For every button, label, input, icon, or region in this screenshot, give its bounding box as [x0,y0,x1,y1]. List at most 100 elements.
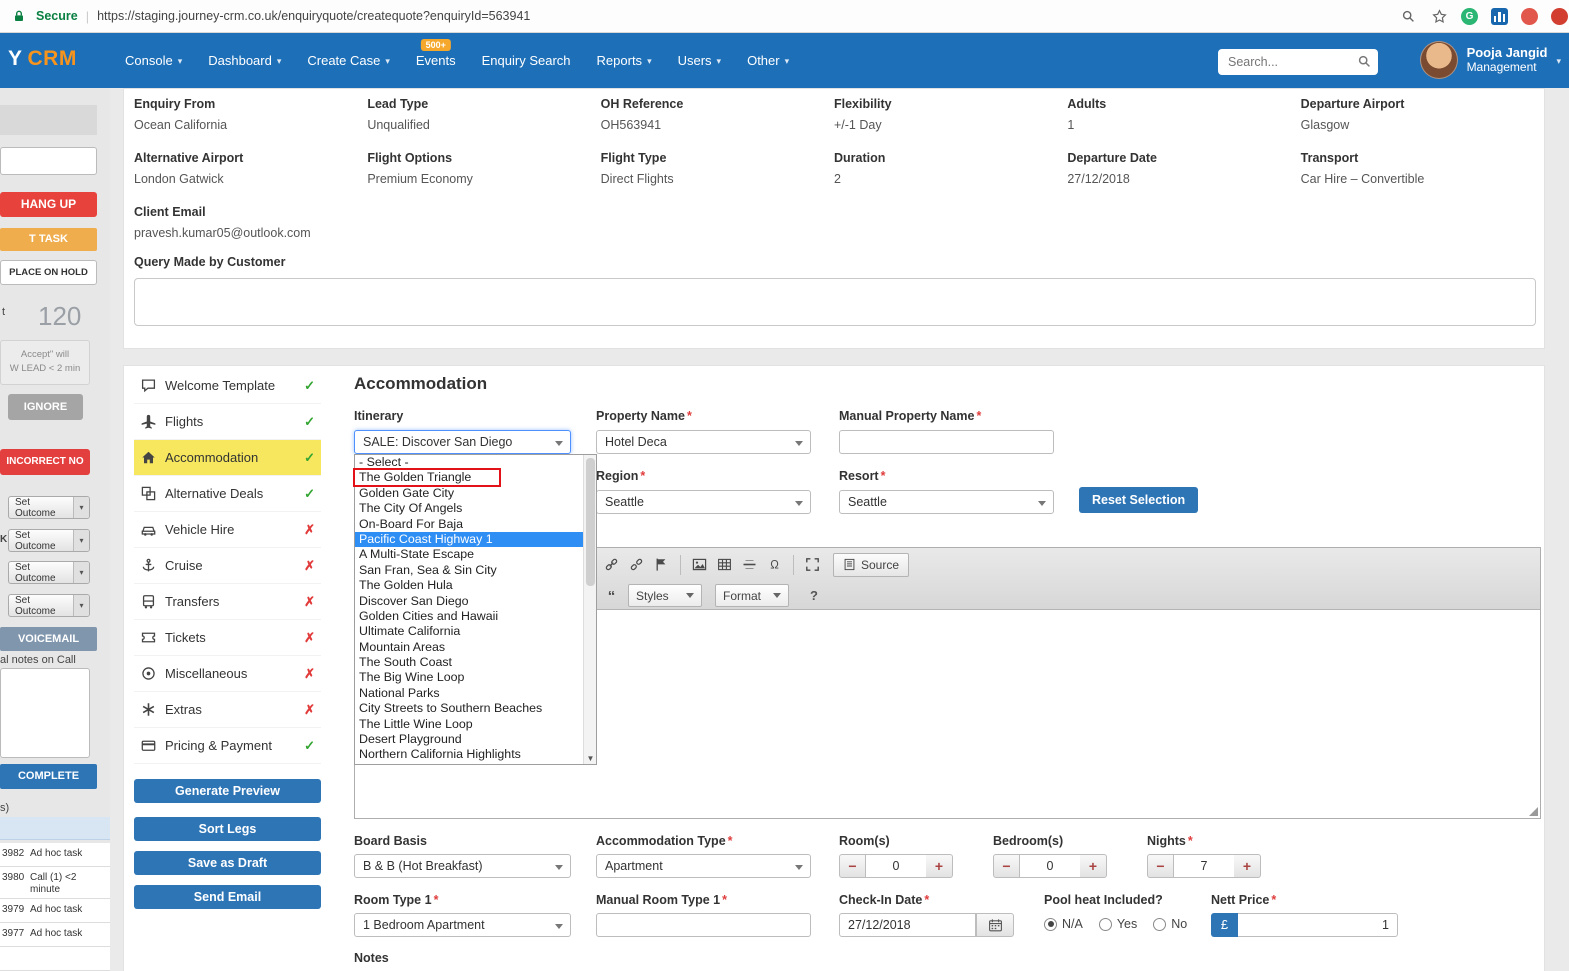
sidebar-item-pricing-payment[interactable]: Pricing & Payment ✓ [134,728,321,764]
task-row[interactable]: 3982Ad hoc task [0,843,110,867]
pool-heat-radio-na[interactable]: N/A [1044,917,1083,931]
blockquote-icon[interactable]: “ [599,584,624,608]
sidebar-item-accommodation[interactable]: Accommodation ✓ [134,440,321,476]
itinerary-option[interactable]: A Multi-State Escape [355,547,583,562]
accommodation-type-select[interactable]: Apartment [596,854,811,878]
cut-input-box[interactable] [0,147,97,175]
set-outcome-select[interactable]: Set Outcome▾ [8,529,90,552]
nett-price-input[interactable] [1238,913,1398,937]
manual-property-name-input[interactable] [839,430,1054,454]
bookmark-star-icon[interactable] [1430,7,1448,25]
checkin-date-input[interactable] [839,913,976,937]
rooms-decrement-button[interactable]: − [839,854,866,878]
itinerary-option[interactable]: - Select - [355,455,583,470]
scrollbar-thumb[interactable] [586,458,595,586]
itinerary-option[interactable]: Golden Gate City [355,486,583,501]
anchor-flag-icon[interactable] [649,553,674,577]
save-as-draft-button[interactable]: Save as Draft [134,851,321,875]
room-type-select[interactable]: 1 Bedroom Apartment [354,913,571,937]
complete-button[interactable]: COMPLETE [0,764,97,789]
query-textarea[interactable] [134,278,1536,326]
extension-grid-icon[interactable] [1491,8,1508,25]
sort-legs-button[interactable]: Sort Legs [134,817,321,841]
generate-preview-button[interactable]: Generate Preview [134,779,321,803]
place-on-hold-button[interactable]: PLACE ON HOLD [0,260,97,285]
itinerary-option[interactable]: City Streets to Southern Beaches [355,701,583,716]
image-icon[interactable] [687,553,712,577]
grammarly-extension-icon[interactable]: G [1461,8,1478,25]
itinerary-option[interactable]: National Parks [355,686,583,701]
format-combo[interactable]: Format [715,584,789,607]
board-basis-select[interactable]: B & B (Hot Breakfast) [354,854,571,878]
dropdown-scrollbar[interactable]: ▼ [583,455,596,764]
itinerary-option[interactable]: The Golden Triangle [355,470,583,485]
itinerary-option[interactable]: Desert Playground [355,732,583,747]
nav-dashboard[interactable]: Dashboard▾ [195,33,294,88]
editor-help-button[interactable]: ? [802,584,826,607]
task-row[interactable]: 3980Call (1) <2 minute [0,867,110,899]
search-icon[interactable] [1357,54,1372,74]
sidebar-item-extras[interactable]: Extras ✗ [134,692,321,728]
bedrooms-increment-button[interactable]: + [1080,854,1107,878]
sidebar-item-alternative-deals[interactable]: Alternative Deals ✓ [134,476,321,512]
region-select[interactable]: Seattle [596,490,811,514]
itinerary-option[interactable]: The Little Wine Loop [355,717,583,732]
user-menu[interactable]: Pooja Jangid Management ▾ [1420,41,1561,79]
set-outcome-select[interactable]: Set Outcome▾ [8,496,90,519]
nav-reports[interactable]: Reports▾ [584,33,665,88]
sidebar-item-transfers[interactable]: Transfers ✗ [134,584,321,620]
nights-increment-button[interactable]: + [1234,854,1261,878]
app-logo[interactable]: YCRM [8,47,77,71]
editor-resize-handle[interactable] [1529,807,1538,816]
itinerary-option[interactable]: The Golden Hula [355,578,583,593]
styles-combo[interactable]: Styles [628,584,702,607]
calendar-button[interactable] [976,913,1014,937]
nav-console[interactable]: Console▾ [112,33,195,88]
zoom-icon[interactable] [1399,7,1417,25]
pool-heat-radio-no[interactable]: No [1153,917,1187,931]
nav-create-case[interactable]: Create Case▾ [294,33,403,88]
itinerary-option[interactable]: The South Coast [355,655,583,670]
sidebar-item-vehicle-hire[interactable]: Vehicle Hire ✗ [134,512,321,548]
itinerary-option[interactable]: Discover San Diego [355,594,583,609]
pool-heat-radio-yes[interactable]: Yes [1099,917,1137,931]
property-name-select[interactable]: Hotel Deca [596,430,811,454]
voicemail-button[interactable]: VOICEMAIL [0,627,97,651]
nav-other[interactable]: Other▾ [734,33,802,88]
itinerary-option-highlighted[interactable]: Pacific Coast Highway 1 [355,532,583,547]
ignore-button[interactable]: IGNORE [8,394,83,420]
sidebar-item-cruise[interactable]: Cruise ✗ [134,548,321,584]
itinerary-option[interactable]: Ultimate California [355,624,583,639]
reset-selection-button[interactable]: Reset Selection [1079,487,1198,513]
sidebar-item-flights[interactable]: Flights ✓ [134,404,321,440]
task-row[interactable]: 3977Ad hoc task [0,923,110,947]
table-icon[interactable] [712,553,737,577]
sidebar-item-welcome-template[interactable]: Welcome Template ✓ [134,368,321,404]
link-icon[interactable] [599,553,624,577]
itinerary-option[interactable]: Northern California Highlights [355,747,583,762]
extension-red-icon[interactable] [1521,8,1538,25]
extension-red-cut-icon[interactable] [1551,8,1568,25]
send-email-button[interactable]: Send Email [134,885,321,909]
itinerary-option[interactable]: The City Of Angels [355,501,583,516]
hang-up-button[interactable]: HANG UP [0,192,97,217]
nav-enquiry-search[interactable]: Enquiry Search [469,33,584,88]
search-input[interactable] [1218,49,1378,75]
sidebar-item-tickets[interactable]: Tickets ✗ [134,620,321,656]
nav-users[interactable]: Users▾ [665,33,734,88]
itinerary-option[interactable]: San Fran, Sea & Sin City [355,563,583,578]
nights-decrement-button[interactable]: − [1147,854,1174,878]
resort-select[interactable]: Seattle [839,490,1054,514]
special-char-icon[interactable]: Ω [762,553,787,577]
scroll-down-arrow[interactable]: ▼ [584,754,597,763]
unlink-icon[interactable] [624,553,649,577]
sidebar-item-miscellaneous[interactable]: Miscellaneous ✗ [134,656,321,692]
itinerary-option[interactable]: Golden Cities and Hawaii [355,609,583,624]
itinerary-option[interactable]: On-Board For Baja [355,517,583,532]
incorrect-no-button[interactable]: INCORRECT NO [0,449,90,475]
next-task-bar[interactable]: T TASK [0,228,97,251]
horizontal-rule-icon[interactable] [737,553,762,577]
itinerary-option[interactable]: The Big Wine Loop [355,670,583,685]
task-row[interactable]: 3979Ad hoc task [0,899,110,923]
nav-events[interactable]: 500+Events [403,33,469,88]
